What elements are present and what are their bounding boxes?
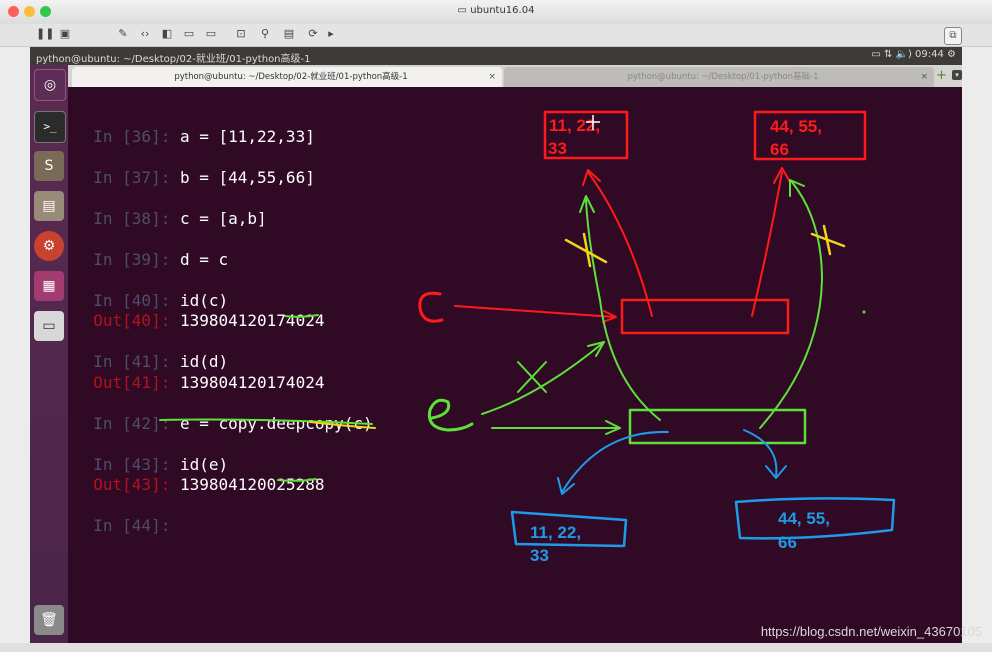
snapshot-icon[interactable]: ◧ [160,27,174,41]
fullscreen-icon[interactable]: ⧉ [944,27,962,45]
vm-toolbar: ❚❚ ▣ ✎ ‹› ◧ ▭ ▭ ⊡ ⚲ ▤ ⟳ ▸ [0,24,992,47]
pause-icon[interactable]: ❚❚ [36,27,54,41]
unity-launcher: ◎ >_ S ▤ ⚙ ▦ ▭ 🗑 [30,65,68,643]
more-icon[interactable]: ⟳ [306,27,320,41]
settings-icon[interactable]: ▭ [204,27,218,41]
vm-bottom-edge [0,643,992,652]
terminal-line: In [37]: b = [44,55,66] [93,168,315,187]
terminal-line: In [38]: c = [a,b] [93,209,267,228]
vm-titlebar: ▭ ubuntu16.04 [0,0,992,24]
trash-icon[interactable]: 🗑 [34,605,64,635]
usb-icon[interactable]: ⊡ [234,27,248,41]
panel-status[interactable]: ▭ ⇅ 🔈) 09:44 ⚙ [871,49,956,60]
tab-second[interactable]: python@ubuntu: ~/Desktop/01-python基础-1 × [504,67,934,87]
terminal-line: Out[43]: 139804120025288 [93,475,325,494]
panel-window-title: python@ubuntu: ~/Desktop/02-就业班/01-pytho… [36,54,311,65]
close-icon[interactable]: × [488,67,496,87]
tab-label: python@ubuntu: ~/Desktop/01-python基础-1 [627,72,819,82]
print-icon[interactable]: ▤ [282,27,296,41]
chevron-right-icon[interactable]: ▸ [324,27,338,41]
terminal-line: In [36]: a = [11,22,33] [93,127,315,146]
files-icon[interactable]: ▤ [34,191,64,221]
terminal-line: Out[41]: 139804120174024 [93,373,325,392]
vm-icon[interactable]: ▣ [58,27,72,41]
vm-icon: ▭ [457,5,471,16]
save-icon[interactable]: ⚲ [258,27,272,41]
vm-window-title: ▭ ubuntu16.04 [457,5,535,16]
drive-icon[interactable]: ▭ [34,311,64,341]
tab-current[interactable]: python@ubuntu: ~/Desktop/02-就业班/01-pytho… [72,67,502,87]
workspace-icon[interactable]: ▦ [34,271,64,301]
terminal-prompt[interactable]: In [44]: [74,497,180,535]
terminal-line: In [42]: e = copy.deepcopy(c) [93,414,373,433]
display-icon[interactable]: ▭ [182,27,196,41]
tools-icon[interactable]: ✎ [116,27,130,41]
watermark: https://blog.csdn.net/weixin_43670105 [760,624,982,639]
keyboard-icon[interactable]: ▭ [871,49,884,60]
tab-label: python@ubuntu: ~/Desktop/02-就业班/01-pytho… [174,72,408,82]
add-tab-button[interactable]: + [936,69,948,83]
ubuntu-top-panel: python@ubuntu: ~/Desktop/02-就业班/01-pytho… [30,47,962,65]
terminal-line: In [39]: d = c [93,250,229,269]
settings-icon[interactable]: ⚙ [34,231,64,261]
sublime-icon[interactable]: S [34,151,64,181]
close-icon[interactable]: × [920,67,928,87]
terminal-line: Out[40]: 139804120174024 [93,311,325,330]
network-icon[interactable]: ‹› [138,27,152,41]
terminal-tab-bar: python@ubuntu: ~/Desktop/02-就业班/01-pytho… [68,65,962,87]
terminal-icon[interactable]: >_ [34,111,66,143]
dash-icon[interactable]: ◎ [34,69,66,101]
chevron-down-icon[interactable]: ▾ [952,70,962,80]
